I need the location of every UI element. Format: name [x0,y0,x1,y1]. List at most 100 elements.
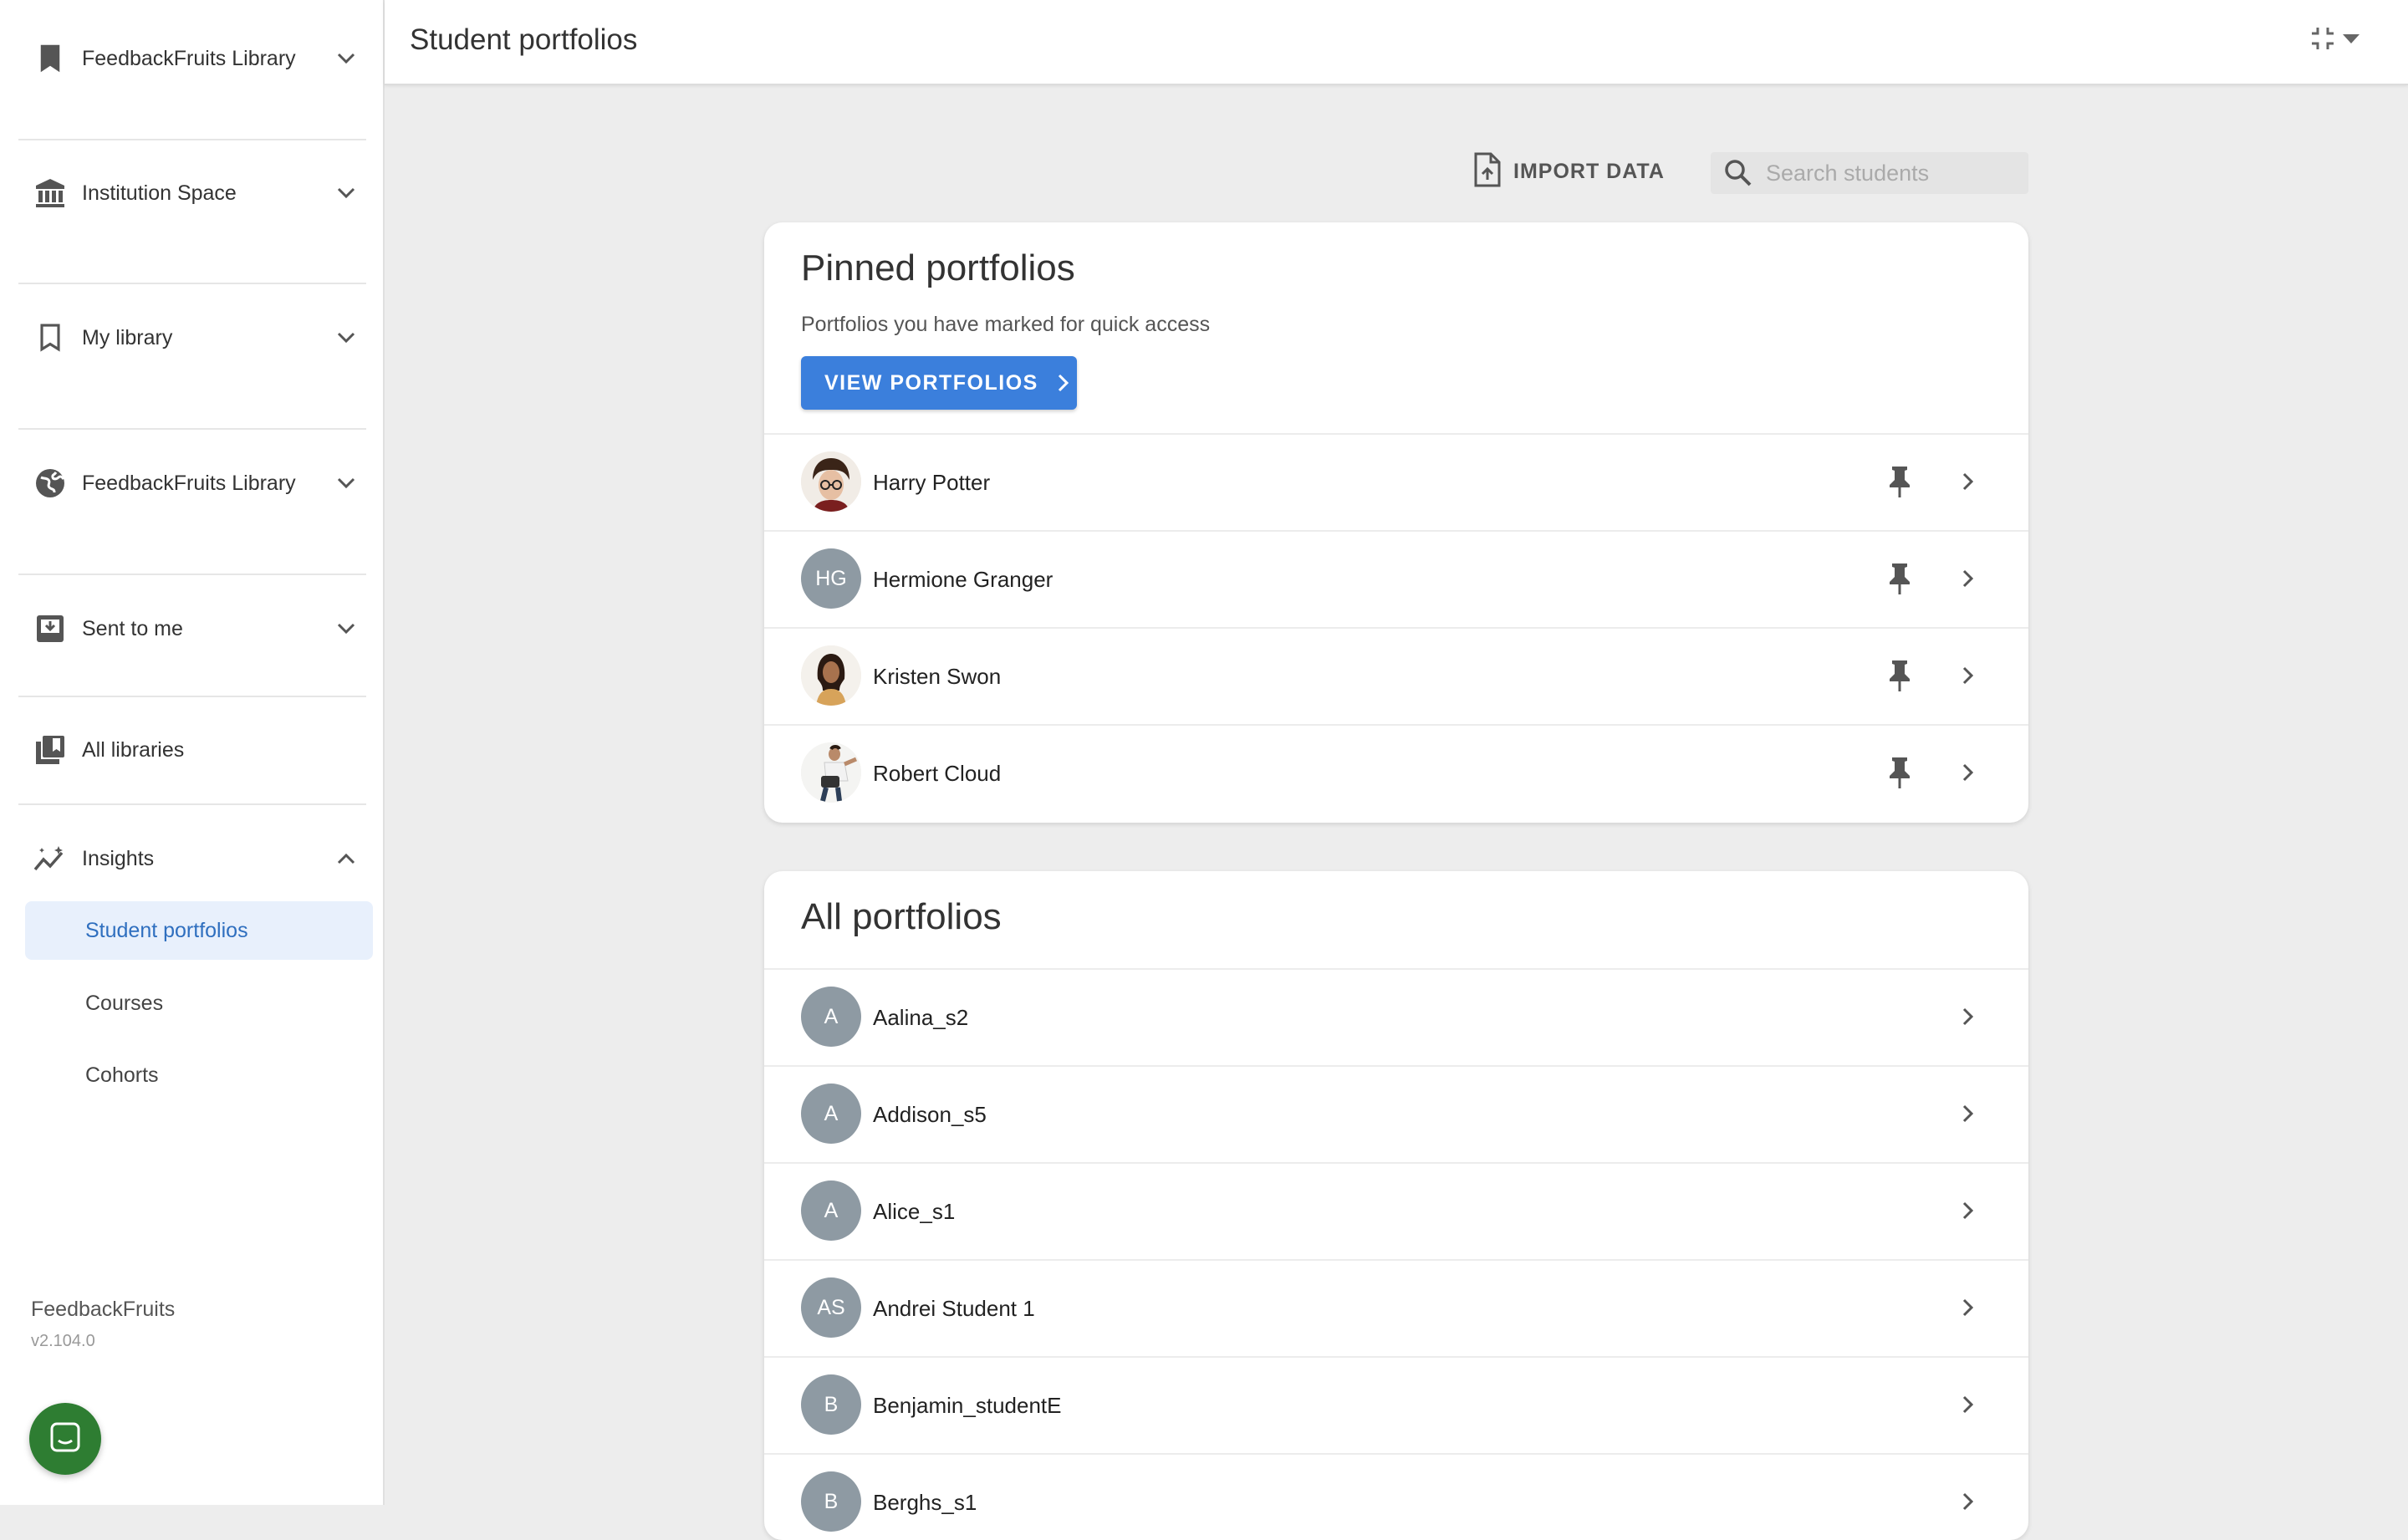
divider [18,574,366,575]
pinned-row[interactable]: Robert Cloud [764,724,2028,821]
chevron-down-icon[interactable] [329,42,363,75]
sidebar-item-label: All libraries [82,737,185,762]
pin-icon[interactable] [1881,754,1918,791]
import-data-label: IMPORT DATA [1513,159,1665,183]
caret-down-icon [2341,32,2361,49]
sidebar-subitem-courses[interactable]: Courses [25,974,373,1033]
chat-icon [48,1420,82,1458]
card-subtitle: Portfolios you have marked for quick acc… [801,313,1211,336]
top-bar: Student portfolios [385,0,2408,85]
sidebar-item-all-libraries[interactable]: All libraries [18,720,366,780]
avatar [801,645,861,706]
student-name: Benjamin_studentE [873,1393,1062,1418]
institution-icon [25,163,75,223]
chevron-down-icon[interactable] [329,321,363,354]
search-box [1711,152,2028,194]
sidebar-subitem-label: Courses [85,991,164,1015]
divider [18,283,366,284]
avatar: B [801,1374,861,1435]
portfolio-row[interactable]: B Berghs_s1 [764,1453,2028,1540]
card-title: All portfolios [801,896,1002,937]
sidebar-subitem-student-portfolios[interactable]: Student portfolios [25,901,373,960]
chevron-down-icon[interactable] [329,176,363,210]
avatar: AS [801,1277,861,1338]
card-title: Pinned portfolios [801,247,1075,288]
student-name: Berghs_s1 [873,1490,977,1515]
chevron-down-icon[interactable] [329,467,363,500]
divider [18,428,366,430]
pinned-row[interactable]: HG Hermione Granger [764,530,2028,627]
sidebar-item-label: My library [82,325,173,349]
pin-icon[interactable] [1881,463,1918,500]
sidebar-item-label: Institution Space [82,181,237,205]
all-portfolios-card: All portfolios A Aalina_s2 A Addison_s5 … [764,871,2028,1540]
chevron-right-icon[interactable] [1951,1000,1985,1033]
view-portfolios-button[interactable]: VIEW PORTFOLIOS [801,356,1077,410]
sidebar-item-label: Insights [82,846,155,870]
student-name: Andrei Student 1 [873,1296,1035,1321]
bookmark-filled-icon [25,28,75,89]
avatar: A [801,1180,861,1241]
student-name: Kristen Swon [873,664,1002,689]
sidebar-item-my-library[interactable]: My library [18,308,366,368]
sidebar-item-feedbackfruits-library-public[interactable]: FeedbackFruits Library [18,453,366,513]
chat-button[interactable] [29,1403,101,1475]
chevron-right-icon[interactable] [1951,1485,1985,1518]
file-upload-icon [1473,152,1502,191]
search-input[interactable] [1764,159,2018,187]
fullscreen-exit-icon [2309,25,2336,56]
bookmark-outline-icon [25,308,75,368]
libraries-icon [25,720,75,780]
chevron-right-icon[interactable] [1951,562,1985,595]
chevron-right-icon[interactable] [1951,1194,1985,1227]
avatar: HG [801,548,861,609]
portfolio-row[interactable]: B Benjamin_studentE [764,1356,2028,1453]
portfolio-row[interactable]: A Alice_s1 [764,1162,2028,1259]
sidebar-subitem-label: Cohorts [85,1063,159,1087]
view-mode-dropdown[interactable] [2309,25,2361,56]
pinned-portfolios-card: Pinned portfolios Portfolios you have ma… [764,222,2028,823]
sidebar-item-feedbackfruits-library[interactable]: FeedbackFruits Library [18,28,366,89]
divider [18,803,366,805]
pinned-row[interactable]: Harry Potter [764,433,2028,530]
sidebar-item-label: Sent to me [82,616,183,640]
chevron-right-icon[interactable] [1951,659,1985,692]
sidebar-item-insights[interactable]: Insights [18,829,366,889]
chevron-right-icon[interactable] [1951,1388,1985,1421]
brand-name: FeedbackFruits [31,1298,176,1321]
chevron-right-icon[interactable] [1951,465,1985,498]
page-title: Student portfolios [410,23,638,56]
student-name: Robert Cloud [873,761,1002,786]
pin-icon[interactable] [1881,560,1918,597]
sidebar-subitem-label: Student portfolios [85,918,248,942]
chevron-right-icon[interactable] [1951,1097,1985,1130]
portfolio-row[interactable]: A Aalina_s2 [764,968,2028,1065]
sidebar-subitem-cohorts[interactable]: Cohorts [25,1046,373,1104]
divider [18,139,366,140]
chevron-right-icon [1057,373,1070,393]
chevron-down-icon[interactable] [329,612,363,645]
sidebar-item-label: FeedbackFruits Library [82,46,296,70]
student-name: Addison_s5 [873,1102,987,1127]
avatar: B [801,1471,861,1532]
sidebar-item-label: FeedbackFruits Library [82,471,296,495]
app-version: v2.104.0 [31,1332,95,1350]
sidebar-item-institution-space[interactable]: Institution Space [18,163,366,223]
portfolio-row[interactable]: AS Andrei Student 1 [764,1259,2028,1356]
portfolio-row[interactable]: A Addison_s5 [764,1065,2028,1162]
sidebar-item-sent-to-me[interactable]: Sent to me [18,599,366,659]
pin-icon[interactable] [1881,657,1918,694]
pinned-row[interactable]: Kristen Swon [764,627,2028,724]
chevron-up-icon[interactable] [329,842,363,875]
globe-icon [25,453,75,513]
avatar [801,451,861,512]
student-name: Harry Potter [873,470,991,495]
chevron-right-icon[interactable] [1951,1291,1985,1324]
avatar [801,742,861,803]
avatar: A [801,987,861,1047]
student-name: Hermione Granger [873,567,1054,592]
search-icon [1724,159,1752,187]
sidebar: FeedbackFruits Library Institution Space… [0,0,385,1505]
chevron-right-icon[interactable] [1951,756,1985,789]
import-data-button[interactable]: IMPORT DATA [1473,152,1665,191]
